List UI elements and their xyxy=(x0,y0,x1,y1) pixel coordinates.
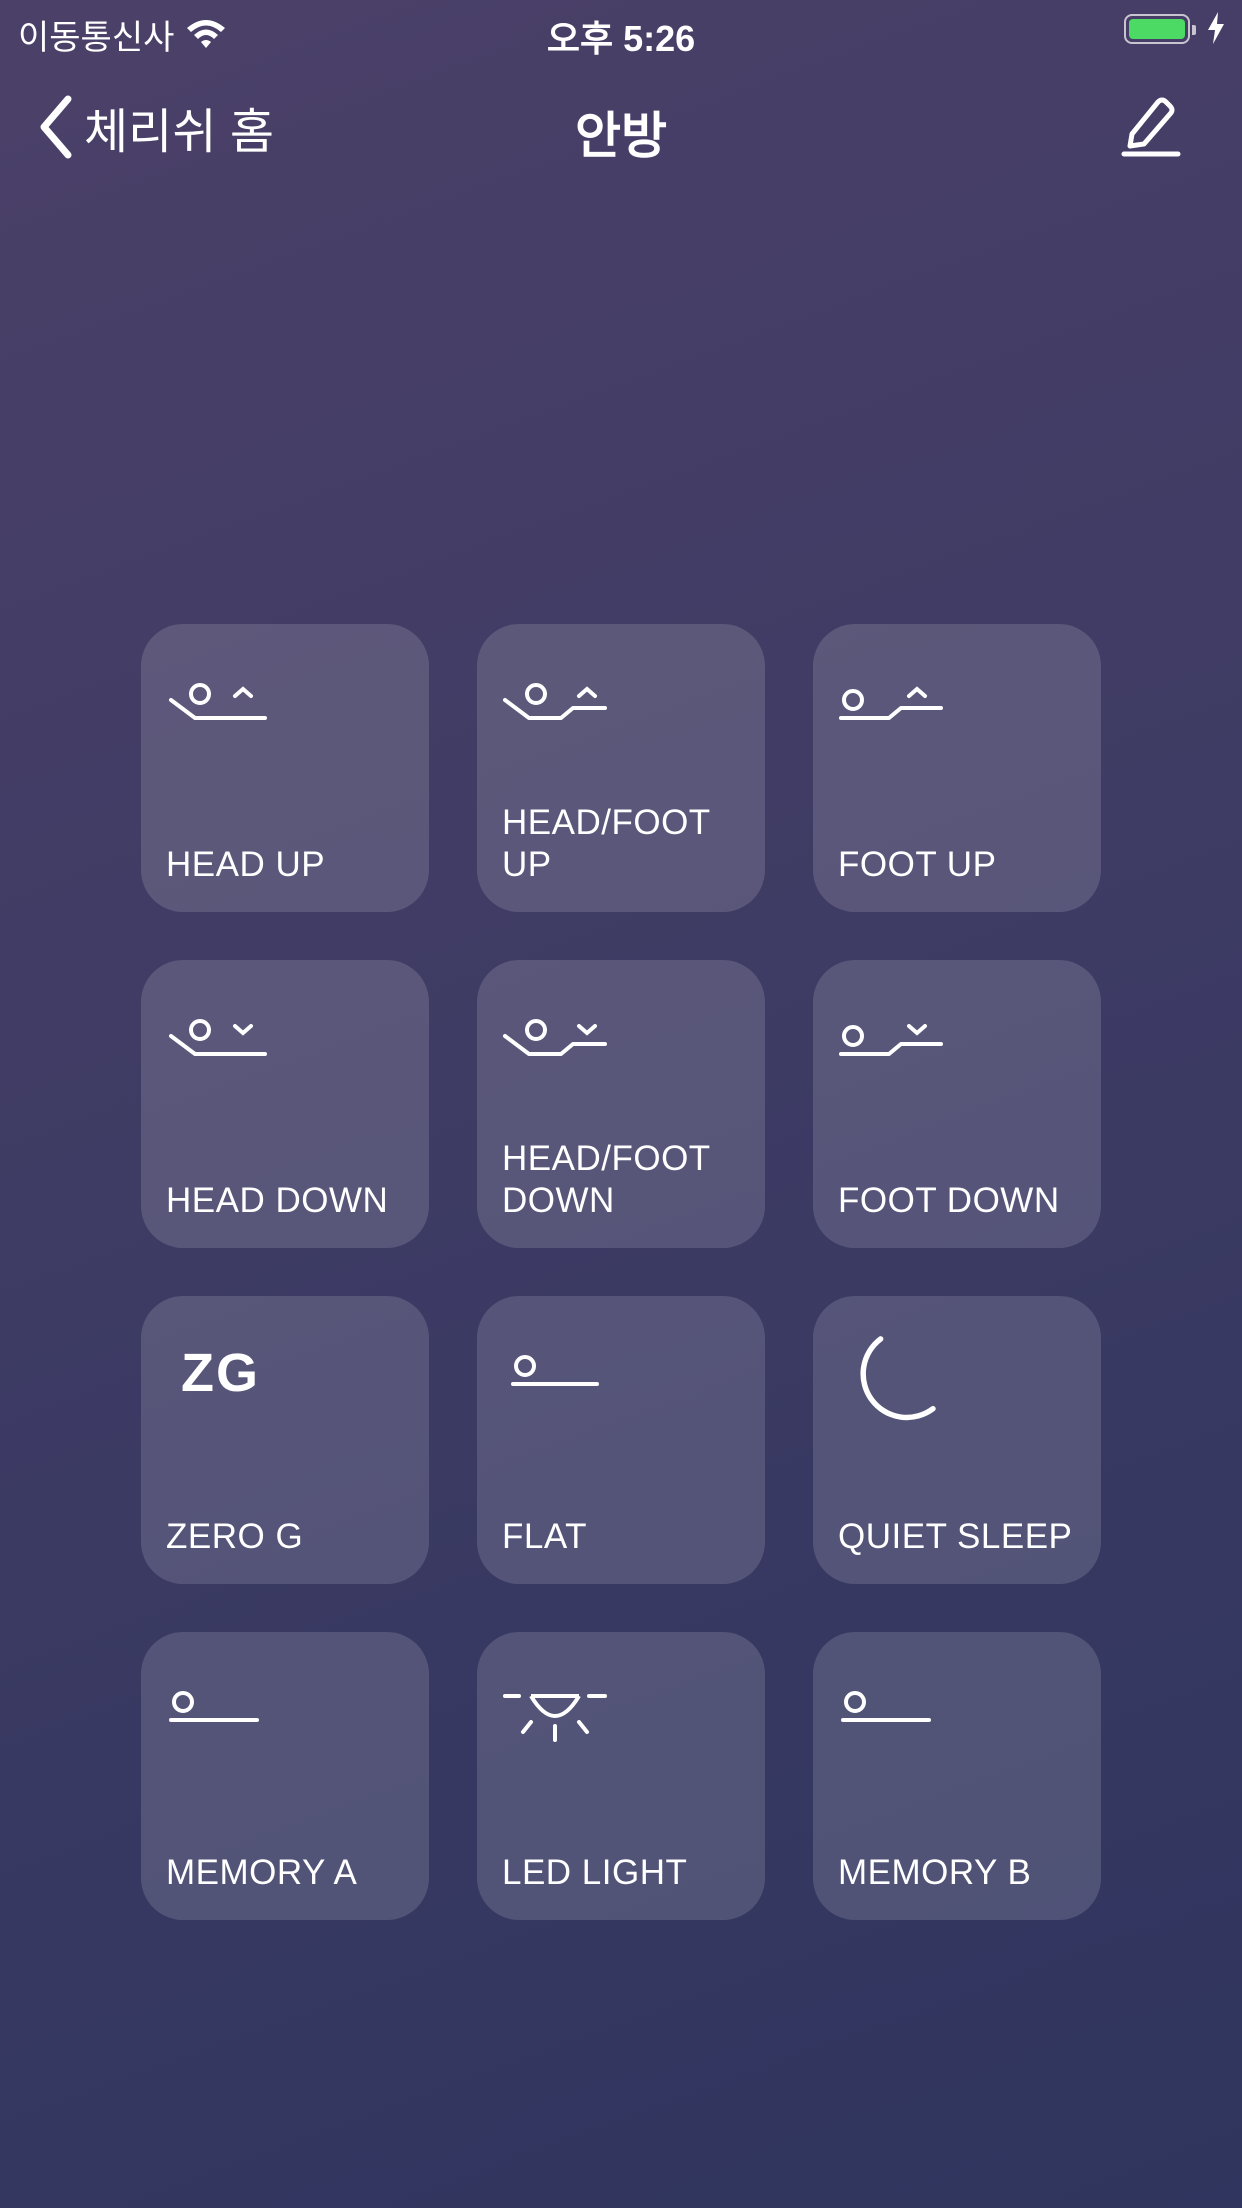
tile-label: HEAD DOWN xyxy=(166,1181,389,1220)
zero-g-button[interactable]: ZG ZERO G xyxy=(141,1296,429,1584)
tile-label: MEMORY B xyxy=(838,1853,1032,1892)
tile-label: MEMORY A xyxy=(166,1853,358,1892)
led-light-button[interactable]: LED LIGHT xyxy=(477,1632,765,1920)
edit-pencil-icon[interactable] xyxy=(1118,90,1184,160)
head-foot-down-button[interactable]: HEAD/FOOT DOWN xyxy=(477,960,765,1248)
status-bar: 이동통신사 오후 5:26 xyxy=(0,0,1242,60)
memory-a-button[interactable]: MEMORY A xyxy=(141,1632,429,1920)
head-foot-down-icon xyxy=(503,1019,607,1056)
tile-label: ZERO G xyxy=(166,1517,304,1556)
flat-icon xyxy=(511,1355,599,1386)
quiet-sleep-button[interactable]: QUIET SLEEP xyxy=(813,1296,1101,1584)
moon-icon xyxy=(860,1336,936,1421)
charging-bolt-icon xyxy=(1208,12,1224,44)
foot-down-icon xyxy=(839,1024,943,1056)
zero-g-icon: ZG xyxy=(181,1343,260,1403)
tile-label: HEAD/FOOT DOWN xyxy=(502,1139,711,1220)
tile-label: FOOT DOWN xyxy=(838,1181,1060,1220)
head-down-button[interactable]: HEAD DOWN xyxy=(141,960,429,1248)
tile-label: HEAD UP xyxy=(166,845,326,884)
head-foot-up-button[interactable]: HEAD/FOOT UP xyxy=(477,624,765,912)
tile-label: LED LIGHT xyxy=(502,1853,688,1892)
navigation-bar: 체리쉬 홈 안방 xyxy=(0,80,1242,170)
head-up-button[interactable]: HEAD UP xyxy=(141,624,429,912)
tile-label: FLAT xyxy=(502,1517,587,1556)
tile-label: HEAD/FOOT UP xyxy=(502,803,711,884)
head-foot-up-icon xyxy=(503,683,607,720)
flat-button[interactable]: FLAT xyxy=(477,1296,765,1584)
memory-b-icon xyxy=(841,1691,931,1722)
tile-label: FOOT UP xyxy=(838,845,997,884)
led-light-icon xyxy=(503,1694,607,1742)
tile-label: QUIET SLEEP xyxy=(838,1517,1073,1556)
foot-down-button[interactable]: FOOT DOWN xyxy=(813,960,1101,1248)
battery-icon xyxy=(1124,14,1196,44)
status-time: 오후 5:26 xyxy=(546,18,696,59)
page-title: 안방 xyxy=(575,108,667,164)
foot-up-button[interactable]: FOOT UP xyxy=(813,624,1101,912)
memory-a-icon xyxy=(169,1691,259,1722)
head-up-icon xyxy=(169,683,267,720)
control-grid: HEAD UP HEAD/FOOT UP FOOT UP HEAD DOWN H… xyxy=(141,624,1101,1920)
foot-up-icon xyxy=(839,686,943,720)
memory-b-button[interactable]: MEMORY B xyxy=(813,1632,1101,1920)
head-down-icon xyxy=(169,1019,267,1056)
